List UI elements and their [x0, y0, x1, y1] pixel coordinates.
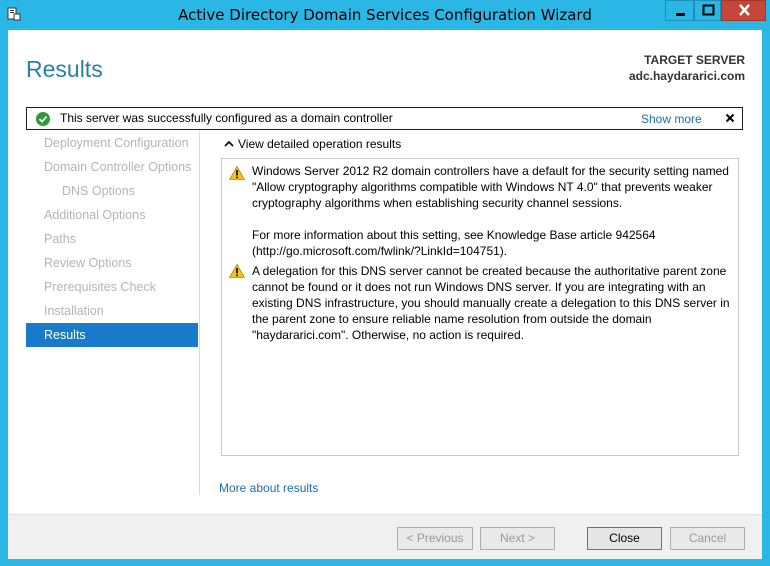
maximize-button[interactable] — [694, 0, 721, 21]
show-more-link[interactable]: Show more — [641, 112, 702, 126]
dismiss-banner-icon[interactable] — [722, 110, 738, 126]
window-close-button[interactable] — [721, 0, 766, 21]
previous-button[interactable]: < Previous — [397, 527, 473, 550]
nav-item-paths[interactable]: Paths — [26, 227, 198, 251]
chevron-up-icon — [224, 137, 238, 151]
page-title: Results — [26, 56, 103, 82]
close-button[interactable]: Close — [587, 527, 662, 550]
nav-item-installation[interactable]: Installation — [26, 299, 198, 323]
minimize-icon — [676, 13, 685, 16]
wizard-window: Active Directory Domain Services Configu… — [0, 0, 770, 566]
view-details-label: View detailed operation results — [238, 137, 402, 151]
wizard-client-area: Results TARGET SERVER adc.haydararici.co… — [8, 30, 762, 559]
window-title: Active Directory Domain Services Configu… — [178, 6, 592, 24]
nav-item-domain-controller-options[interactable]: Domain Controller Options — [26, 155, 198, 179]
view-details-toggle[interactable]: View detailed operation results — [224, 137, 401, 151]
operation-results-box[interactable]: Windows Server 2012 R2 domain controller… — [221, 158, 739, 456]
warning-message-crypto-kb: For more information about this setting,… — [252, 228, 656, 258]
warning-icon — [229, 166, 245, 180]
success-check-icon — [36, 112, 50, 126]
warning-message-crypto: Windows Server 2012 R2 domain controller… — [252, 164, 729, 210]
next-button[interactable]: Next > — [480, 527, 555, 550]
nav-item-deployment-configuration[interactable]: Deployment Configuration — [26, 131, 198, 155]
minimize-button[interactable] — [665, 0, 694, 21]
nav-divider — [199, 131, 200, 495]
nav-item-prerequisites-check[interactable]: Prerequisites Check — [26, 275, 198, 299]
nav-item-review-options[interactable]: Review Options — [26, 251, 198, 275]
nav-item-dns-options[interactable]: DNS Options — [26, 179, 198, 203]
target-server-name: adc.haydararici.com — [628, 69, 745, 83]
close-icon — [739, 4, 750, 16]
banner-message: This server was successfully configured … — [60, 111, 393, 125]
nav-item-results[interactable]: Results — [26, 323, 198, 347]
maximize-icon — [702, 4, 715, 16]
warning-icon — [229, 264, 245, 278]
cancel-button[interactable]: Cancel — [670, 527, 745, 550]
title-bar[interactable]: Active Directory Domain Services Configu… — [0, 0, 770, 30]
wizard-footer: < Previous Next > Close Cancel — [8, 514, 762, 559]
nav-item-additional-options[interactable]: Additional Options — [26, 203, 198, 227]
success-banner: This server was successfully configured … — [26, 107, 743, 130]
warning-message-dns-delegation: A delegation for this DNS server cannot … — [252, 264, 730, 342]
more-about-results-link[interactable]: More about results — [219, 481, 318, 495]
target-server-label: TARGET SERVER — [644, 53, 745, 67]
